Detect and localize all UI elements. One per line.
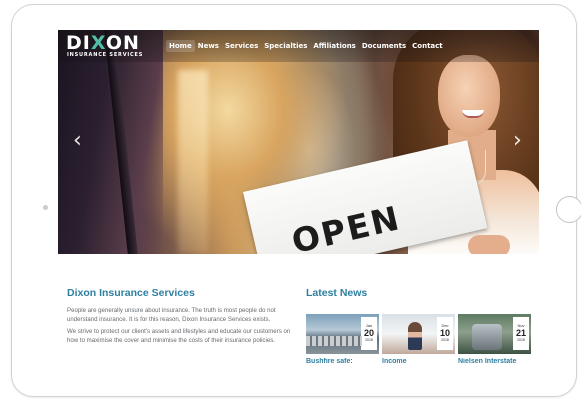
logo-part-2: ON [105, 32, 140, 54]
news-thumbnail[interactable]: Nov 21 2018 [458, 314, 531, 354]
logo-tagline: INSURANCE SERVICES [67, 52, 144, 58]
about-section: Dixon Insurance Services People are gene… [67, 287, 295, 348]
hero-banner: OPEN DIXON INSURANCE SERVICES Home News … [58, 30, 539, 254]
news-card[interactable]: Dec 10 2018 Income [382, 314, 455, 365]
news-card-title[interactable]: Nielsen Interstate [458, 358, 531, 365]
camera-dot [43, 205, 48, 210]
logo-part-1: DI [66, 32, 91, 54]
news-section: Latest News Jan 20 2018 Bushfire safe: D… [306, 287, 536, 365]
news-thumbnail[interactable]: Jan 20 2018 [306, 314, 379, 354]
nav-item-contact[interactable]: Contact [409, 40, 446, 52]
news-cards: Jan 20 2018 Bushfire safe: Dec 10 2018 I… [306, 314, 536, 365]
hand [468, 235, 510, 254]
news-card[interactable]: Nov 21 2018 Nielsen Interstate [458, 314, 531, 365]
nav-item-specialties[interactable]: Specialties [261, 40, 310, 52]
date-day: 20 [363, 328, 374, 339]
about-paragraph: People are generally unsure about insura… [67, 307, 276, 323]
chevron-left-icon[interactable]: ‹ [73, 130, 82, 152]
date-badge: Dec 10 2018 [437, 317, 453, 350]
date-year: 2018 [441, 338, 449, 343]
logo[interactable]: DIXON INSURANCE SERVICES [66, 33, 154, 60]
news-card-title[interactable]: Bushfire safe: [306, 358, 379, 365]
news-thumbnail[interactable]: Dec 10 2018 [382, 314, 455, 354]
news-title: Latest News [306, 287, 368, 299]
date-badge: Jan 20 2018 [361, 317, 377, 350]
about-title: Dixon Insurance Services [67, 287, 195, 299]
woman-face [438, 55, 500, 137]
nav-item-services[interactable]: Services [222, 40, 261, 52]
nav-item-affiliations[interactable]: Affiliations [310, 40, 358, 52]
about-paragraph: We strive to protect our client's assets… [67, 328, 291, 344]
nav-item-news[interactable]: News [195, 40, 222, 52]
hero-light [178, 70, 208, 254]
navbar: DIXON INSURANCE SERVICES Home News Servi… [58, 30, 539, 62]
logo-part-x: X [90, 32, 106, 54]
content-area: Dixon Insurance Services People are gene… [58, 254, 539, 375]
nav-item-home[interactable]: Home [166, 40, 195, 52]
date-badge: Nov 21 2018 [513, 317, 529, 350]
date-year: 2018 [365, 338, 373, 343]
news-card[interactable]: Jan 20 2018 Bushfire safe: [306, 314, 379, 365]
tablet-screen: OPEN DIXON INSURANCE SERVICES Home News … [58, 30, 539, 375]
date-year: 2018 [517, 338, 525, 343]
home-button[interactable] [556, 196, 581, 223]
nav-item-documents[interactable]: Documents [359, 40, 409, 52]
chevron-right-icon[interactable]: › [513, 130, 522, 152]
logo-wordmark: DIXON [66, 33, 140, 53]
news-card-title[interactable]: Income [382, 358, 455, 365]
date-day: 21 [515, 328, 526, 339]
date-day: 10 [439, 328, 450, 339]
nav-menu: Home News Services Specialties Affiliati… [166, 40, 446, 52]
